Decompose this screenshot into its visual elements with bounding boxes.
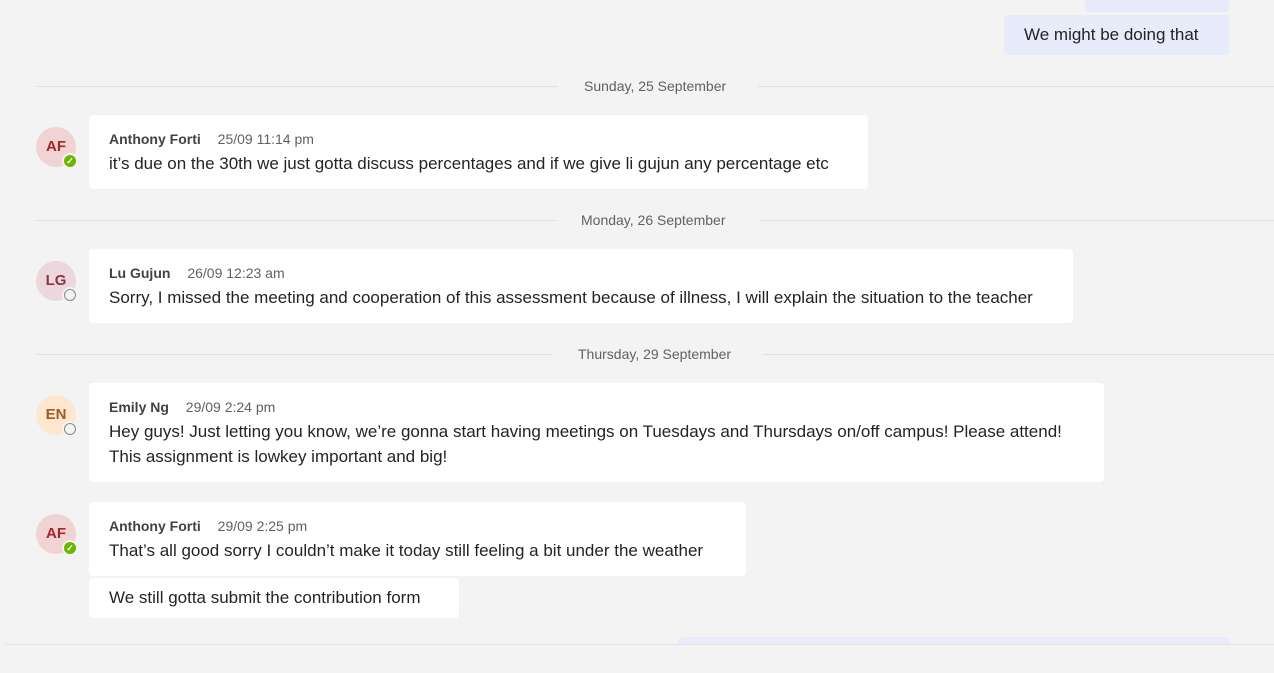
- message-timestamp: 26/09 12:23 am: [187, 265, 285, 281]
- message-bubble[interactable]: Lu Gujun 26/09 12:23 am Sorry, I missed …: [89, 249, 1073, 323]
- message-bubble-continuation[interactable]: We still gotta submit the contribution f…: [89, 578, 459, 618]
- divider-line: [763, 354, 1274, 355]
- avatar[interactable]: AF ✓: [36, 514, 78, 556]
- avatar-initials: AF: [46, 138, 66, 155]
- sent-message-previous[interactable]: [1085, 0, 1229, 12]
- message-bubble[interactable]: Anthony Forti 29/09 2:25 pm That’s all g…: [89, 502, 746, 576]
- sent-message-text: We might be doing that: [1024, 25, 1199, 44]
- message-header: Anthony Forti 29/09 2:25 pm: [109, 516, 726, 536]
- message-header: Emily Ng 29/09 2:24 pm: [109, 397, 1084, 417]
- message-bubble[interactable]: Emily Ng 29/09 2:24 pm Hey guys! Just le…: [89, 383, 1104, 482]
- message-timestamp: 29/09 2:24 pm: [185, 399, 276, 415]
- message-text: Hey guys! Just letting you know, we’re g…: [109, 422, 1062, 441]
- avatar[interactable]: AF ✓: [36, 127, 78, 169]
- message-author[interactable]: Emily Ng: [109, 399, 169, 415]
- message-author[interactable]: Anthony Forti: [109, 131, 201, 147]
- message-text: it’s due on the 30th we just gotta discu…: [109, 154, 829, 173]
- message-text: We still gotta submit the contribution f…: [109, 588, 421, 607]
- date-divider: Thursday, 29 September: [36, 344, 1274, 364]
- divider-line: [36, 220, 556, 221]
- avatar[interactable]: LG: [36, 261, 78, 303]
- message-timestamp: 29/09 2:25 pm: [217, 518, 308, 534]
- divider-line: [758, 86, 1274, 87]
- message-timestamp: 25/09 11:14 pm: [217, 131, 314, 147]
- avatar-initials: AF: [46, 525, 66, 542]
- available-status-icon: ✓: [62, 540, 78, 556]
- divider-line: [760, 220, 1274, 221]
- divider-line: [36, 86, 558, 87]
- date-divider-label: Sunday, 25 September: [584, 78, 727, 94]
- message-text: That’s all good sorry I couldn’t make it…: [109, 541, 704, 560]
- divider-line: [36, 354, 552, 355]
- offline-status-icon: [62, 421, 78, 437]
- offline-status-icon: [62, 287, 78, 303]
- date-divider: Monday, 26 September: [36, 210, 1274, 230]
- available-status-icon: ✓: [62, 153, 78, 169]
- message-header: Lu Gujun 26/09 12:23 am: [109, 263, 1053, 283]
- avatar-initials: LG: [45, 272, 67, 289]
- message-text: This assignment is lowkey important and …: [109, 447, 448, 466]
- date-divider-label: Monday, 26 September: [581, 212, 726, 228]
- message-header: Anthony Forti 25/09 11:14 pm: [109, 129, 848, 149]
- message-author[interactable]: Anthony Forti: [109, 518, 201, 534]
- avatar-initials: EN: [45, 406, 67, 423]
- sent-message[interactable]: We might be doing that: [1004, 15, 1229, 55]
- message-text: Sorry, I missed the meeting and cooperat…: [109, 288, 1033, 307]
- message-bubble[interactable]: Anthony Forti 25/09 11:14 pm it’s due on…: [89, 115, 868, 189]
- message-author[interactable]: Lu Gujun: [109, 265, 170, 281]
- avatar[interactable]: EN: [36, 395, 78, 437]
- chat-thread: We might be doing that Sunday, 25 Septem…: [0, 0, 1274, 673]
- date-divider: Sunday, 25 September: [36, 76, 1274, 96]
- compose-area-divider: [5, 644, 1274, 645]
- date-divider-label: Thursday, 29 September: [578, 346, 732, 362]
